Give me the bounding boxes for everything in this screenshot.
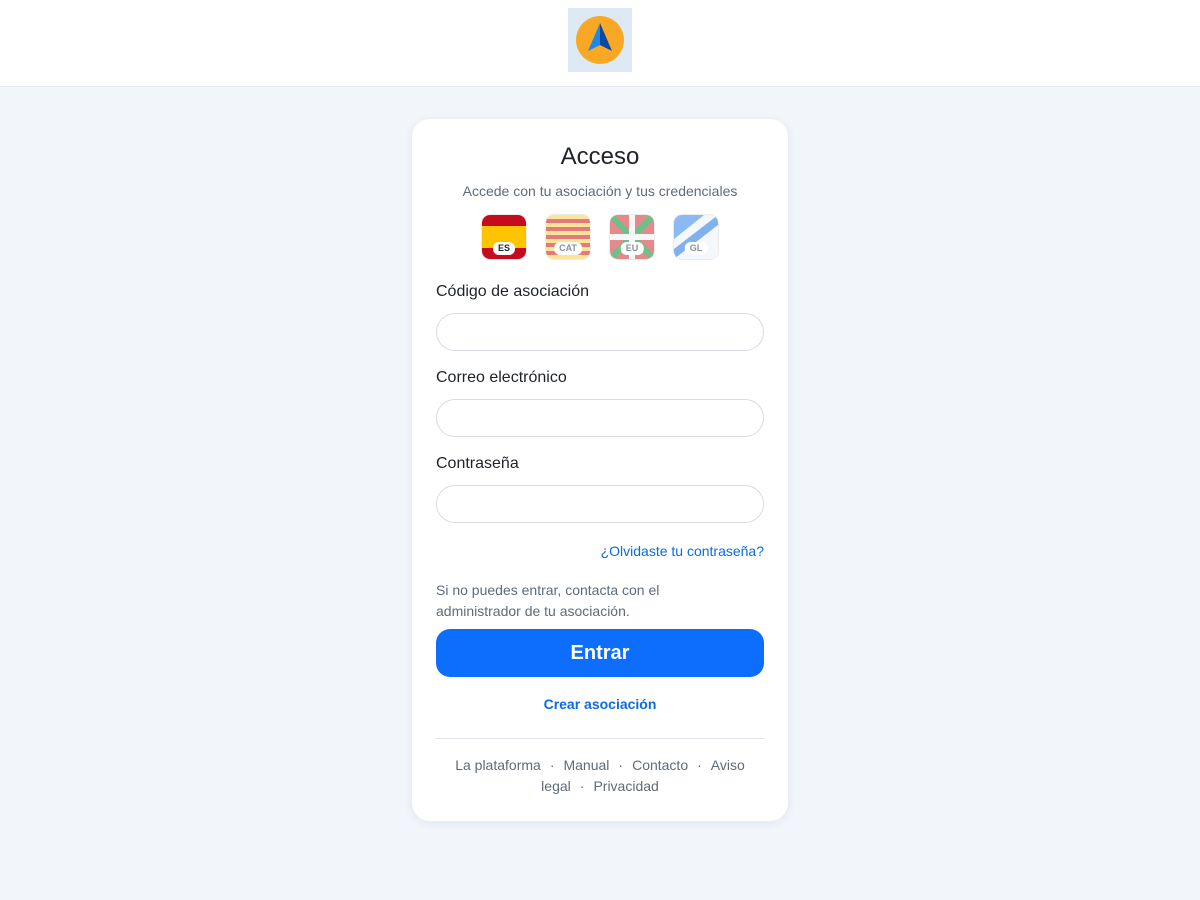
footer-links: La plataforma · Manual · Contacto · Aviso lega… (436, 755, 764, 797)
language-eu-code: EU (620, 242, 644, 255)
language-selector: ES CAT EU GL (482, 215, 718, 259)
language-gl-code: GL (684, 242, 708, 255)
language-es-button[interactable]: ES (482, 215, 526, 259)
email-label: Correo electrónico (436, 369, 567, 386)
password-input[interactable] (436, 485, 764, 523)
association-code-input[interactable] (436, 313, 764, 351)
footer-separator: · (579, 778, 585, 794)
language-es-code: ES (492, 242, 516, 255)
email-input[interactable] (436, 399, 764, 437)
language-eu-button[interactable]: EU (610, 215, 654, 259)
footer-link-manual[interactable]: Manual (563, 757, 609, 773)
create-association-link[interactable]: Crear asociación (412, 696, 788, 712)
footer-link-contact[interactable]: Contacto (632, 757, 688, 773)
language-cat-code: CAT (554, 242, 582, 255)
footer-divider (436, 738, 764, 739)
top-bar (0, 0, 1200, 87)
footer-link-platform[interactable]: La plataforma (455, 757, 541, 773)
association-code-label: Código de asociación (436, 283, 589, 300)
language-cat-button[interactable]: CAT (546, 215, 590, 259)
login-card: Acceso Accede con tu asociación y tus cr… (412, 119, 788, 821)
help-text: Si no puedes entrar, contacta con el adm… (436, 582, 660, 619)
footer-link-privacy[interactable]: Privacidad (593, 778, 658, 794)
login-button[interactable]: Entrar (436, 629, 764, 677)
page-subtitle: Accede con tu asociación y tus credencia… (462, 183, 738, 199)
navigation-arrow-icon (576, 16, 624, 64)
password-label: Contraseña (436, 455, 519, 472)
footer-separator: · (618, 757, 624, 773)
page-title: Acceso (560, 143, 640, 170)
footer-separator: · (697, 757, 702, 773)
footer-separator: · (549, 757, 555, 773)
language-gl-button[interactable]: GL (674, 215, 718, 259)
app-logo[interactable] (568, 8, 632, 72)
forgot-password-link[interactable]: ¿Olvidaste tu contraseña? (601, 543, 764, 559)
